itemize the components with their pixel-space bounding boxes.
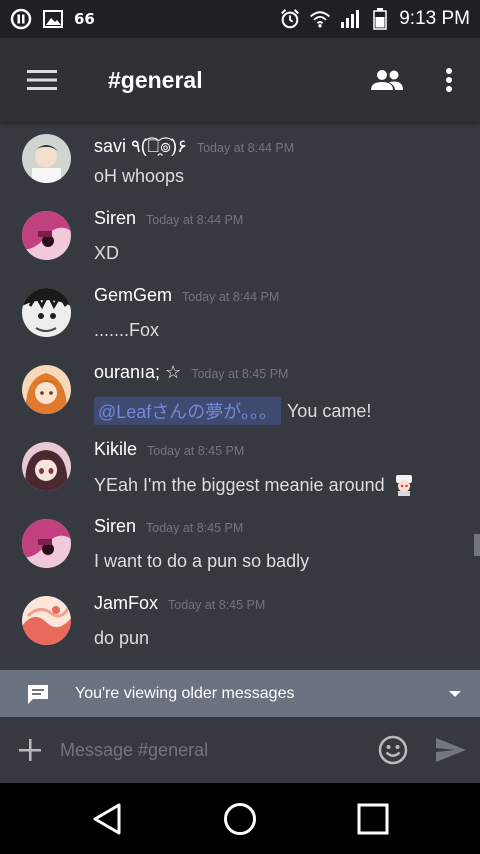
older-messages-text: You're viewing older messages bbox=[75, 684, 295, 702]
hamburger-menu-icon bbox=[27, 70, 57, 90]
system-nav-bar bbox=[0, 783, 480, 854]
status-left: 66 bbox=[10, 8, 95, 30]
message-item[interactable]: Siren Today at 8:45 PM I want to do a pu… bbox=[0, 511, 470, 588]
message-item[interactable]: ouranıa; ☆ Today at 8:45 PM @Leafさんの夢が。。… bbox=[0, 357, 470, 434]
username[interactable]: savi ٩(͡๏̯͡๏)۶ bbox=[94, 131, 187, 160]
members-button[interactable] bbox=[356, 38, 418, 122]
overflow-menu-icon bbox=[446, 68, 452, 92]
home-button[interactable] bbox=[210, 789, 270, 849]
image-icon bbox=[42, 8, 64, 30]
status-bar: 66 9:13 PM bbox=[0, 0, 480, 38]
message-content: YEah I'm the biggest meanie around bbox=[94, 474, 385, 495]
emoji-picker-button[interactable] bbox=[364, 717, 422, 783]
message-text: I want to do a pun so badly bbox=[94, 551, 309, 572]
message-content: .......Fox bbox=[94, 320, 160, 340]
channel-title: #general bbox=[108, 66, 203, 93]
message-header: Siren Today at 8:45 PM bbox=[94, 516, 243, 537]
username[interactable]: Siren bbox=[94, 208, 136, 229]
timestamp: Today at 8:45 PM bbox=[146, 521, 244, 535]
message-header: GemGem Today at 8:44 PM bbox=[94, 285, 279, 306]
timestamp: Today at 8:44 PM bbox=[182, 290, 280, 304]
timestamp: Today at 8:45 PM bbox=[191, 367, 289, 381]
message-content: XD bbox=[94, 243, 120, 263]
message-input[interactable] bbox=[60, 739, 360, 761]
username[interactable]: Siren bbox=[94, 516, 136, 537]
message-text: do pun bbox=[94, 628, 149, 649]
app-bar: #general bbox=[0, 38, 480, 122]
alarm-icon bbox=[279, 8, 301, 30]
avatar[interactable] bbox=[22, 442, 71, 491]
username[interactable]: Kikile bbox=[94, 439, 137, 460]
avatar[interactable] bbox=[22, 596, 71, 645]
message-text: .......Fox bbox=[94, 320, 159, 341]
message-item[interactable]: savi ٩(͡๏̯͡๏)۶ Today at 8:44 PM oH whoop… bbox=[0, 126, 470, 203]
username[interactable]: GemGem bbox=[94, 285, 172, 306]
jump-to-present-button[interactable] bbox=[430, 690, 480, 698]
smiley-icon bbox=[378, 735, 408, 765]
hamburger-menu-button[interactable] bbox=[0, 38, 84, 122]
message-text: oH whoops bbox=[94, 166, 184, 187]
avatar[interactable] bbox=[22, 134, 71, 183]
chat-bubble-icon bbox=[0, 683, 75, 705]
pause-circle-icon bbox=[10, 8, 32, 30]
chevron-down-icon bbox=[449, 690, 461, 697]
message-item[interactable]: GemGem Today at 8:44 PM .......Fox bbox=[0, 280, 470, 357]
message-header: ouranıa; ☆ Today at 8:45 PM bbox=[94, 362, 288, 383]
older-messages-banner[interactable]: You're viewing older messages bbox=[0, 670, 480, 717]
avatar[interactable] bbox=[22, 365, 71, 414]
message-content: I want to do a pun so badly bbox=[94, 551, 310, 571]
signal-icon bbox=[339, 8, 361, 30]
message-list[interactable]: savi ٩(͡๏̯͡๏)۶ Today at 8:44 PM oH whoop… bbox=[0, 122, 480, 670]
timestamp: Today at 8:44 PM bbox=[146, 213, 244, 227]
battery-percent: 66 bbox=[74, 10, 95, 28]
members-icon bbox=[371, 70, 403, 90]
home-icon bbox=[223, 802, 256, 835]
message-composer bbox=[0, 717, 480, 783]
message-text: @Leafさんの夢が。。。 You came! bbox=[94, 397, 371, 425]
message-text: XD bbox=[94, 243, 119, 264]
app-bar-actions bbox=[356, 38, 480, 122]
send-button[interactable] bbox=[422, 717, 480, 783]
message-text: YEah I'm the biggest meanie around bbox=[94, 474, 415, 496]
battery-icon bbox=[369, 8, 391, 30]
message-header: savi ٩(͡๏̯͡๏)۶ Today at 8:44 PM bbox=[94, 131, 294, 160]
avatar[interactable] bbox=[22, 288, 71, 337]
message-content: oH whoops bbox=[94, 166, 185, 186]
message-header: JamFox Today at 8:45 PM bbox=[94, 593, 265, 614]
message-item[interactable]: JamFox Today at 8:45 PM do pun bbox=[0, 588, 470, 665]
overflow-menu-button[interactable] bbox=[418, 38, 480, 122]
message-item[interactable]: Siren Today at 8:44 PM XD bbox=[0, 203, 470, 280]
message-content: You came! bbox=[286, 400, 372, 421]
custom-emoji-icon bbox=[393, 474, 415, 496]
status-right: 9:13 PM bbox=[279, 8, 470, 30]
user-mention[interactable]: @Leafさんの夢が。。。 bbox=[94, 397, 281, 425]
message-header: Siren Today at 8:44 PM bbox=[94, 208, 243, 229]
message-header: Kikile Today at 8:45 PM bbox=[94, 439, 244, 460]
add-attachment-button[interactable] bbox=[0, 717, 60, 783]
back-icon bbox=[93, 803, 121, 834]
timestamp: Today at 8:44 PM bbox=[196, 141, 295, 155]
message-content: do pun bbox=[94, 628, 150, 648]
recents-icon bbox=[357, 803, 389, 834]
clock: 9:13 PM bbox=[399, 8, 470, 29]
username[interactable]: JamFox bbox=[94, 593, 158, 614]
scrollbar[interactable] bbox=[474, 534, 480, 556]
avatar[interactable] bbox=[22, 519, 71, 568]
plus-icon bbox=[19, 739, 41, 761]
timestamp: Today at 8:45 PM bbox=[147, 444, 245, 458]
send-icon bbox=[436, 738, 466, 762]
recents-button[interactable] bbox=[343, 789, 403, 849]
wifi-icon bbox=[309, 8, 331, 30]
message-item[interactable]: Kikile Today at 8:45 PM YEah I'm the big… bbox=[0, 434, 470, 511]
username[interactable]: ouranıa; ☆ bbox=[94, 362, 181, 383]
back-button[interactable] bbox=[77, 789, 137, 849]
avatar[interactable] bbox=[22, 211, 71, 260]
timestamp: Today at 8:45 PM bbox=[168, 598, 266, 612]
